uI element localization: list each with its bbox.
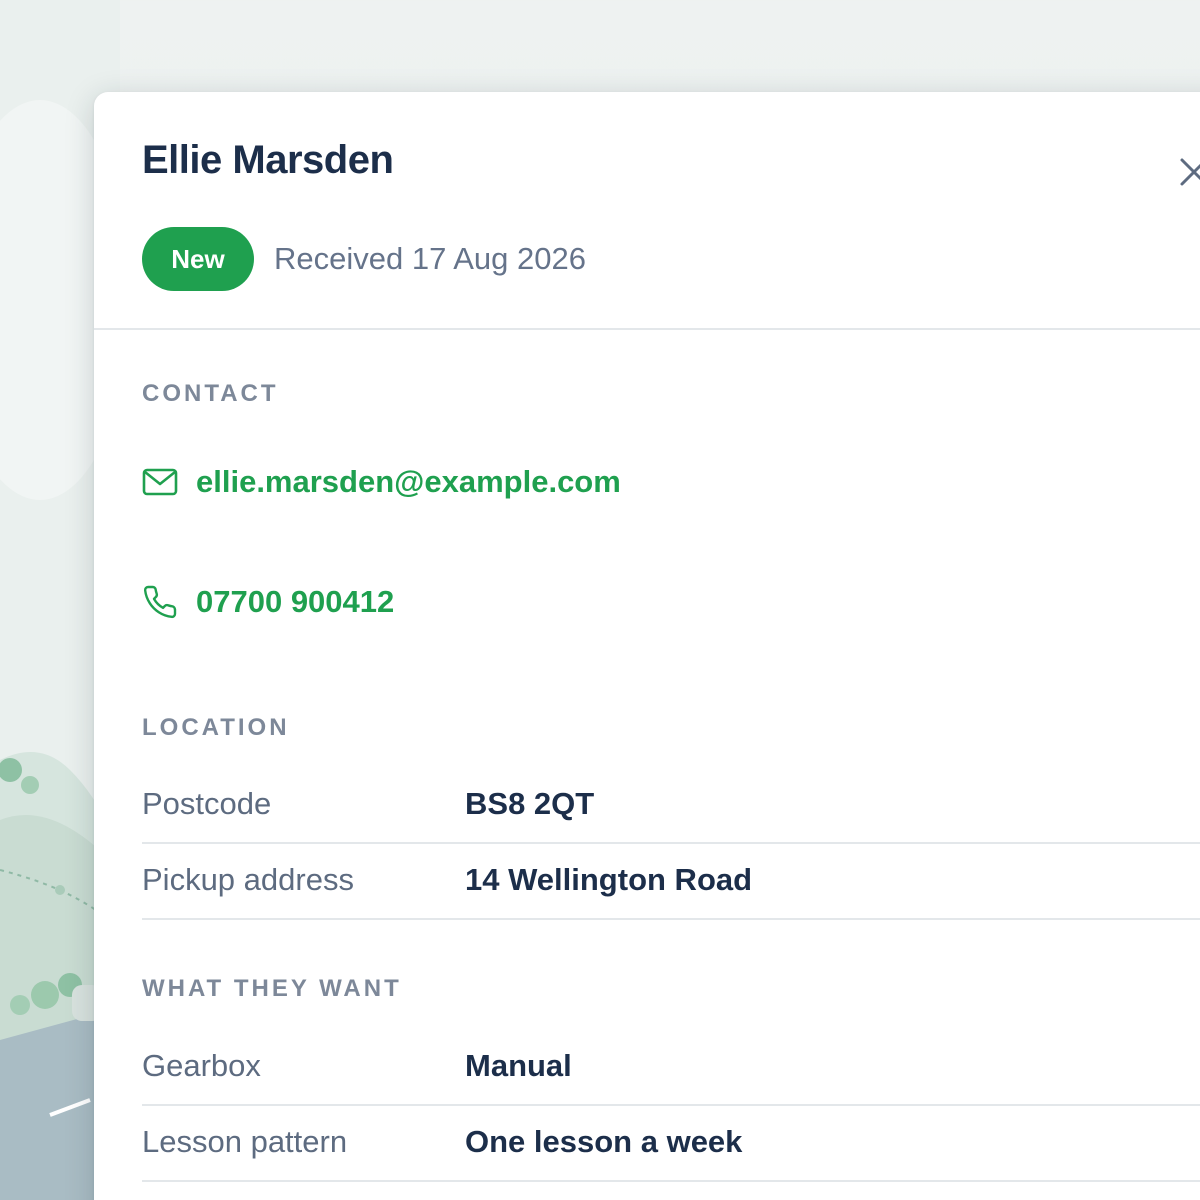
location-heading: LOCATION bbox=[142, 714, 290, 741]
row-value: BS8 2QT bbox=[465, 786, 595, 821]
phone-link[interactable]: 07700 900412 bbox=[142, 584, 394, 620]
row-label: Gearbox bbox=[142, 1048, 261, 1083]
email-link[interactable]: ellie.marsden@example.com bbox=[142, 464, 621, 500]
panel-header: Ellie Marsden New Received 17 Aug 2026 bbox=[94, 92, 1200, 330]
phone-icon bbox=[143, 585, 177, 619]
contact-heading: CONTACT bbox=[142, 380, 279, 407]
detail-row-pickup-address: Pickup address 14 Wellington Road bbox=[142, 842, 1200, 920]
close-button[interactable] bbox=[1176, 154, 1200, 194]
row-label: Postcode bbox=[142, 786, 272, 821]
lead-name: Ellie Marsden bbox=[142, 138, 394, 182]
mail-icon bbox=[142, 468, 178, 496]
row-label: Lesson pattern bbox=[142, 1124, 348, 1159]
received-date: Received 17 Aug 2026 bbox=[274, 241, 586, 276]
email-text: ellie.marsden@example.com bbox=[196, 464, 621, 499]
status-row: New Received 17 Aug 2026 bbox=[142, 227, 586, 291]
detail-row-postcode: Postcode BS8 2QT bbox=[142, 766, 1200, 844]
lead-detail-panel: Ellie Marsden New Received 17 Aug 2026 C… bbox=[94, 92, 1200, 1200]
detail-row-gearbox: Gearbox Manual bbox=[142, 1028, 1200, 1106]
status-badge: New bbox=[142, 227, 254, 291]
row-value: One lesson a week bbox=[465, 1124, 743, 1159]
row-label: Pickup address bbox=[142, 862, 354, 897]
what-they-want-heading: WHAT THEY WANT bbox=[142, 975, 402, 1002]
close-icon bbox=[1180, 158, 1200, 186]
phone-text: 07700 900412 bbox=[196, 584, 395, 619]
row-value: 14 Wellington Road bbox=[465, 862, 753, 897]
detail-row-lesson-pattern: Lesson pattern One lesson a week bbox=[142, 1104, 1200, 1182]
row-value: Manual bbox=[465, 1048, 572, 1083]
